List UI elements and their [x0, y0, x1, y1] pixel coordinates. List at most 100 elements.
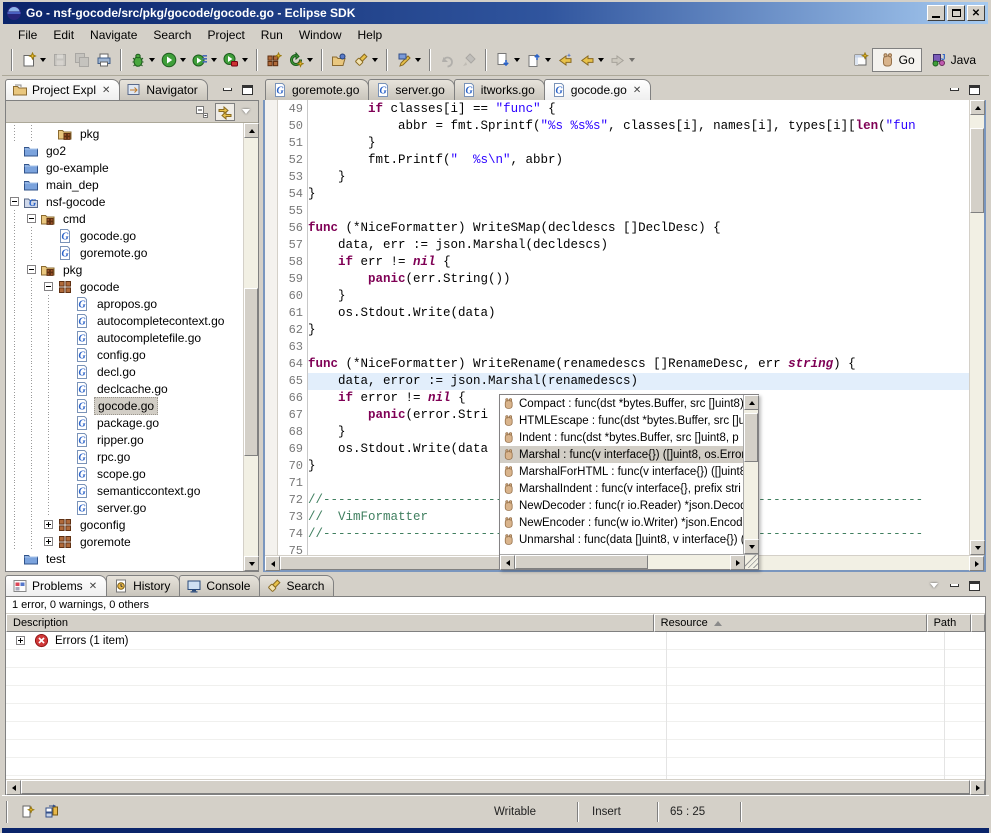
undo-button[interactable]	[436, 49, 458, 71]
menu-run[interactable]: Run	[253, 26, 291, 44]
editor-tab-gocode-go[interactable]: Ggocode.go✕	[544, 79, 651, 100]
tree-expand-minus-icon[interactable]	[10, 197, 19, 206]
menu-window[interactable]: Window	[291, 26, 350, 44]
run-button[interactable]	[158, 49, 189, 71]
tree-item[interactable]: gocode	[6, 278, 243, 295]
tree-item[interactable]: Gpackage.go	[6, 414, 243, 431]
new-wizard-button[interactable]	[18, 49, 49, 71]
tree-item[interactable]: Gautocompletecontext.go	[6, 312, 243, 329]
dropdown-arrow-icon[interactable]	[545, 58, 551, 62]
menu-file[interactable]: File	[10, 26, 45, 44]
dropdown-arrow-icon[interactable]	[211, 58, 217, 62]
fast-view-icon[interactable]	[20, 804, 36, 820]
tree-item[interactable]: Gsemanticcontext.go	[6, 482, 243, 499]
popup-hscrollbar[interactable]	[500, 554, 758, 569]
save-all-button[interactable]	[71, 49, 93, 71]
tree-item[interactable]: Grpc.go	[6, 448, 243, 465]
explorer-minimize-icon[interactable]	[219, 83, 235, 96]
problems-row[interactable]: Errors (1 item)	[6, 632, 985, 650]
menu-help[interactable]: Help	[350, 26, 391, 44]
problems-view-menu[interactable]	[926, 579, 942, 592]
tree-item[interactable]: main_dep	[6, 176, 243, 193]
explorer-maximize-icon[interactable]	[239, 83, 255, 96]
tree-expand-minus-icon[interactable]	[27, 265, 36, 274]
tree-expand-plus-icon[interactable]	[44, 537, 53, 546]
tree-expand-minus-icon[interactable]	[27, 214, 36, 223]
collapse-all-button[interactable]	[192, 103, 212, 121]
tree-expand-minus-icon[interactable]	[44, 282, 53, 291]
print-button[interactable]	[93, 49, 115, 71]
open-resource-button[interactable]	[328, 49, 350, 71]
autocomplete-list[interactable]: Compact : func(dst *bytes.Buffer, src []…	[500, 395, 743, 554]
run-config-button[interactable]	[189, 49, 220, 71]
problems-minimize-icon[interactable]	[946, 579, 962, 592]
tree-item[interactable]: Ggocode.go	[6, 227, 243, 244]
search-button[interactable]	[350, 49, 381, 71]
editor-maximize-icon[interactable]	[966, 83, 982, 96]
scroll-left-icon[interactable]	[265, 556, 280, 571]
tree-item[interactable]: cmd	[6, 210, 243, 227]
title-bar[interactable]: Go - nsf-gocode/src/pkg/gocode/gocode.go…	[3, 2, 988, 24]
tree-item[interactable]: pkg	[6, 125, 243, 142]
tree-item[interactable]: Ggocode.go	[6, 397, 243, 414]
autocomplete-item[interactable]: Unmarshal : func(data []uint8, v interfa…	[500, 531, 743, 548]
autocomplete-item[interactable]: Indent : func(dst *bytes.Buffer, src []u…	[500, 429, 743, 446]
project-tree[interactable]: pkggo2go-examplemain_depGnsf-gocodecmdGg…	[6, 123, 243, 571]
editor-minimize-icon[interactable]	[946, 83, 962, 96]
column-header-path[interactable]: Path	[927, 614, 971, 632]
dropdown-arrow-icon[interactable]	[180, 58, 186, 62]
dropdown-arrow-icon[interactable]	[629, 58, 635, 62]
close-tab-icon[interactable]: ✕	[89, 581, 97, 592]
dropdown-arrow-icon[interactable]	[372, 58, 378, 62]
explorer-tab-navigator[interactable]: Navigator	[119, 79, 207, 100]
dropdown-arrow-icon[interactable]	[598, 58, 604, 62]
problems-tab-problems[interactable]: Problems✕	[5, 575, 107, 596]
scroll-left-icon[interactable]	[500, 555, 515, 570]
go-refresh-button[interactable]	[285, 49, 316, 71]
dropdown-arrow-icon[interactable]	[149, 58, 155, 62]
tree-item[interactable]: Gdecl.go	[6, 363, 243, 380]
popup-vscrollbar[interactable]	[743, 395, 758, 554]
last-edit-button[interactable]	[554, 49, 576, 71]
autocomplete-item[interactable]: NewEncoder : func(w io.Writer) *json.Enc…	[500, 514, 743, 531]
maximize-button[interactable]	[947, 5, 965, 21]
menu-navigate[interactable]: Navigate	[82, 26, 145, 44]
problems-table-body[interactable]: Errors (1 item)	[6, 632, 985, 779]
problems-hscrollbar[interactable]	[6, 779, 985, 794]
close-tab-icon[interactable]: ✕	[102, 85, 110, 96]
scroll-up-icon[interactable]	[970, 100, 985, 115]
column-header-resource[interactable]: Resource	[654, 614, 927, 632]
tree-item[interactable]: Gripper.go	[6, 431, 243, 448]
minimize-button[interactable]	[927, 5, 945, 21]
tree-item[interactable]: goconfig	[6, 516, 243, 533]
trim-stack-icon[interactable]	[44, 804, 60, 820]
tree-item[interactable]: test	[6, 550, 243, 567]
save-button[interactable]	[49, 49, 71, 71]
tree-item[interactable]: Gserver.go	[6, 499, 243, 516]
tree-item[interactable]: Gnsf-gocode	[6, 193, 243, 210]
scroll-down-icon[interactable]	[244, 556, 259, 571]
perspective-go[interactable]: Go	[872, 48, 922, 72]
format-button[interactable]	[458, 49, 480, 71]
tree-item[interactable]: pkg	[6, 261, 243, 278]
menu-search[interactable]: Search	[145, 26, 199, 44]
autocomplete-item[interactable]: MarshalForHTML : func(v interface{}) ([]…	[500, 463, 743, 480]
perspective-java[interactable]: JJava	[924, 48, 983, 72]
scroll-down-icon[interactable]	[970, 540, 985, 555]
scroll-right-icon[interactable]	[969, 556, 984, 571]
autocomplete-item[interactable]: Compact : func(dst *bytes.Buffer, src []…	[500, 395, 743, 412]
next-annotation-button[interactable]	[492, 49, 523, 71]
tree-item[interactable]: Gapropos.go	[6, 295, 243, 312]
dropdown-arrow-icon[interactable]	[514, 58, 520, 62]
tree-item[interactable]: Gscope.go	[6, 465, 243, 482]
close-button[interactable]: ✕	[967, 5, 985, 21]
menu-project[interactable]: Project	[199, 26, 252, 44]
tree-item[interactable]: Ggoremote.go	[6, 244, 243, 261]
scroll-right-icon[interactable]	[970, 780, 985, 795]
tree-item[interactable]: Gconfig.go	[6, 346, 243, 363]
external-tools-button[interactable]	[220, 49, 251, 71]
scroll-down-icon[interactable]	[744, 539, 759, 554]
new-go-package-button[interactable]	[263, 49, 285, 71]
prev-annotation-button[interactable]	[523, 49, 554, 71]
tree-item[interactable]: go-example	[6, 159, 243, 176]
